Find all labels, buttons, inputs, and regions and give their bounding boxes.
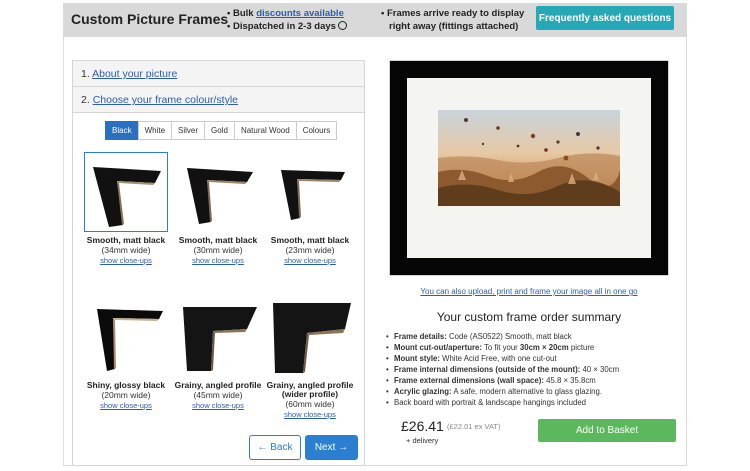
summary-item-external-dimensions: Frame external dimensions (wall space): … xyxy=(386,375,694,386)
summary-item-internal-dimensions: Frame internal dimensions (outside of th… xyxy=(386,364,694,375)
frame-width: (34mm wide) xyxy=(101,245,151,255)
step-choose-colour[interactable]: 2. Choose your frame colour/style xyxy=(73,87,364,113)
close-ups-link[interactable]: show close-ups xyxy=(173,255,263,267)
summary-item-glazing: Acrylic glazing: A safe, modern alternat… xyxy=(386,386,694,397)
frame-corner-image xyxy=(93,167,161,227)
faq-button[interactable]: Frequently asked questions xyxy=(536,6,674,30)
frame-preview xyxy=(389,60,669,276)
step-about-picture[interactable]: 1. About your picture xyxy=(73,61,364,87)
tab-silver[interactable]: Silver xyxy=(171,121,206,140)
preview-mount xyxy=(407,78,651,258)
step-link-choose-colour[interactable]: Choose your frame colour/style xyxy=(93,94,238,106)
order-summary-title: Your custom frame order summary xyxy=(436,310,622,324)
tab-black[interactable]: Black xyxy=(105,121,139,140)
price: £26.41 xyxy=(401,418,444,434)
frame-name: Smooth, matt black xyxy=(270,235,350,245)
close-ups-link[interactable]: show close-ups xyxy=(173,400,263,412)
bulk-prefix: • Bulk xyxy=(227,8,257,19)
fittings-text: right away (fittings attached) xyxy=(389,21,519,32)
header-bullets-left: • Bulk discounts available • Dispatched … xyxy=(227,7,347,33)
frame-width: (20mm wide) xyxy=(101,390,151,400)
frame-thumbnail[interactable] xyxy=(176,152,260,232)
step-number: 2. xyxy=(81,94,90,106)
step-link-about-picture[interactable]: About your picture xyxy=(92,68,177,80)
frame-name: Smooth, matt black xyxy=(178,235,258,245)
clock-icon xyxy=(337,21,347,30)
brand-title: Custom Picture Frames xyxy=(71,11,229,27)
frame-card-2[interactable]: Smooth, matt black (30mm wide) show clos… xyxy=(173,152,263,267)
colour-tabs: Black White Silver Gold Natural Wood Col… xyxy=(105,121,338,140)
close-ups-link[interactable]: show close-ups xyxy=(265,409,355,421)
dispatch-text: • Dispatched in 2-3 days xyxy=(227,21,336,32)
close-ups-link[interactable]: show close-ups xyxy=(81,255,171,267)
frame-name: Shiny, glossy black xyxy=(86,380,166,390)
tab-colours[interactable]: Colours xyxy=(295,121,338,140)
header-bar: Custom Picture Frames • Bulk discounts a… xyxy=(63,3,687,37)
summary-item-frame-details: Frame details: Code (AS0522) Smooth, mat… xyxy=(386,331,694,342)
frame-corner-image xyxy=(183,307,257,371)
price-ex-vat: (£22.01 ex VAT) xyxy=(447,422,501,431)
frame-corner-image xyxy=(281,170,345,220)
step-number: 1. xyxy=(81,68,90,80)
order-summary-list: Frame details: Code (AS0522) Smooth, mat… xyxy=(385,331,694,408)
summary-item-back-board: Back board with portrait & landscape han… xyxy=(386,397,694,408)
frame-thumbnail[interactable] xyxy=(268,297,352,377)
header-bullets-right: • Frames arrive ready to display right a… xyxy=(381,7,524,33)
balloon-landscape-image xyxy=(438,110,620,206)
frame-name: Grainy, angled profile xyxy=(174,380,262,390)
frame-width: (30mm wide) xyxy=(193,245,243,255)
tab-natural-wood[interactable]: Natural Wood xyxy=(233,121,297,140)
close-ups-link[interactable]: show close-ups xyxy=(265,255,355,267)
close-ups-link[interactable]: show close-ups xyxy=(81,400,171,412)
frame-card-5[interactable]: Grainy, angled profile (45mm wide) show … xyxy=(173,297,263,412)
frame-thumbnail[interactable] xyxy=(176,297,260,377)
tab-gold[interactable]: Gold xyxy=(204,121,235,140)
frame-corner-image xyxy=(97,309,163,371)
frame-card-3[interactable]: Smooth, matt black (23mm wide) show clos… xyxy=(265,152,355,267)
upload-print-link[interactable]: You can also upload, print and frame you… xyxy=(389,287,669,296)
frame-options-panel: 1. About your picture 2. Choose your fra… xyxy=(72,60,365,466)
summary-item-mount-cutout: Mount cut-out/aperture: To fit your 30cm… xyxy=(386,342,694,353)
frame-thumbnail[interactable] xyxy=(268,152,352,232)
preview-frame xyxy=(390,61,668,275)
summary-item-mount-style: Mount style: White Acid Free, with one c… xyxy=(386,353,694,364)
frame-width: (60mm wide) xyxy=(285,399,335,409)
frame-width: (45mm wide) xyxy=(193,390,243,400)
frame-card-4[interactable]: Shiny, glossy black (20mm wide) show clo… xyxy=(81,297,171,412)
frame-thumbnail[interactable] xyxy=(84,297,168,377)
add-to-basket-button[interactable]: Add to Basket xyxy=(538,419,676,442)
arrive-ready-text: • Frames arrive ready to display xyxy=(381,8,525,19)
frame-width: (23mm wide) xyxy=(285,245,335,255)
frame-card-6[interactable]: Grainy, angled profile (wider profile) (… xyxy=(265,297,355,421)
preview-photo xyxy=(438,110,620,206)
frame-corner-image xyxy=(273,303,351,373)
frame-name: Smooth, matt black xyxy=(86,235,166,245)
next-button[interactable]: Next → xyxy=(305,435,358,460)
bulk-discounts-link[interactable]: discounts available xyxy=(256,8,344,19)
frame-name: Grainy, angled profile (wider profile) xyxy=(266,380,354,399)
delivery-note: + delivery xyxy=(406,436,439,445)
back-button[interactable]: ← Back xyxy=(249,435,301,460)
frame-card-1[interactable]: Smooth, matt black (34mm wide) show clos… xyxy=(81,152,171,267)
frame-corner-image xyxy=(187,168,253,224)
frame-thumbnail[interactable] xyxy=(84,152,168,232)
tab-white[interactable]: White xyxy=(137,121,173,140)
